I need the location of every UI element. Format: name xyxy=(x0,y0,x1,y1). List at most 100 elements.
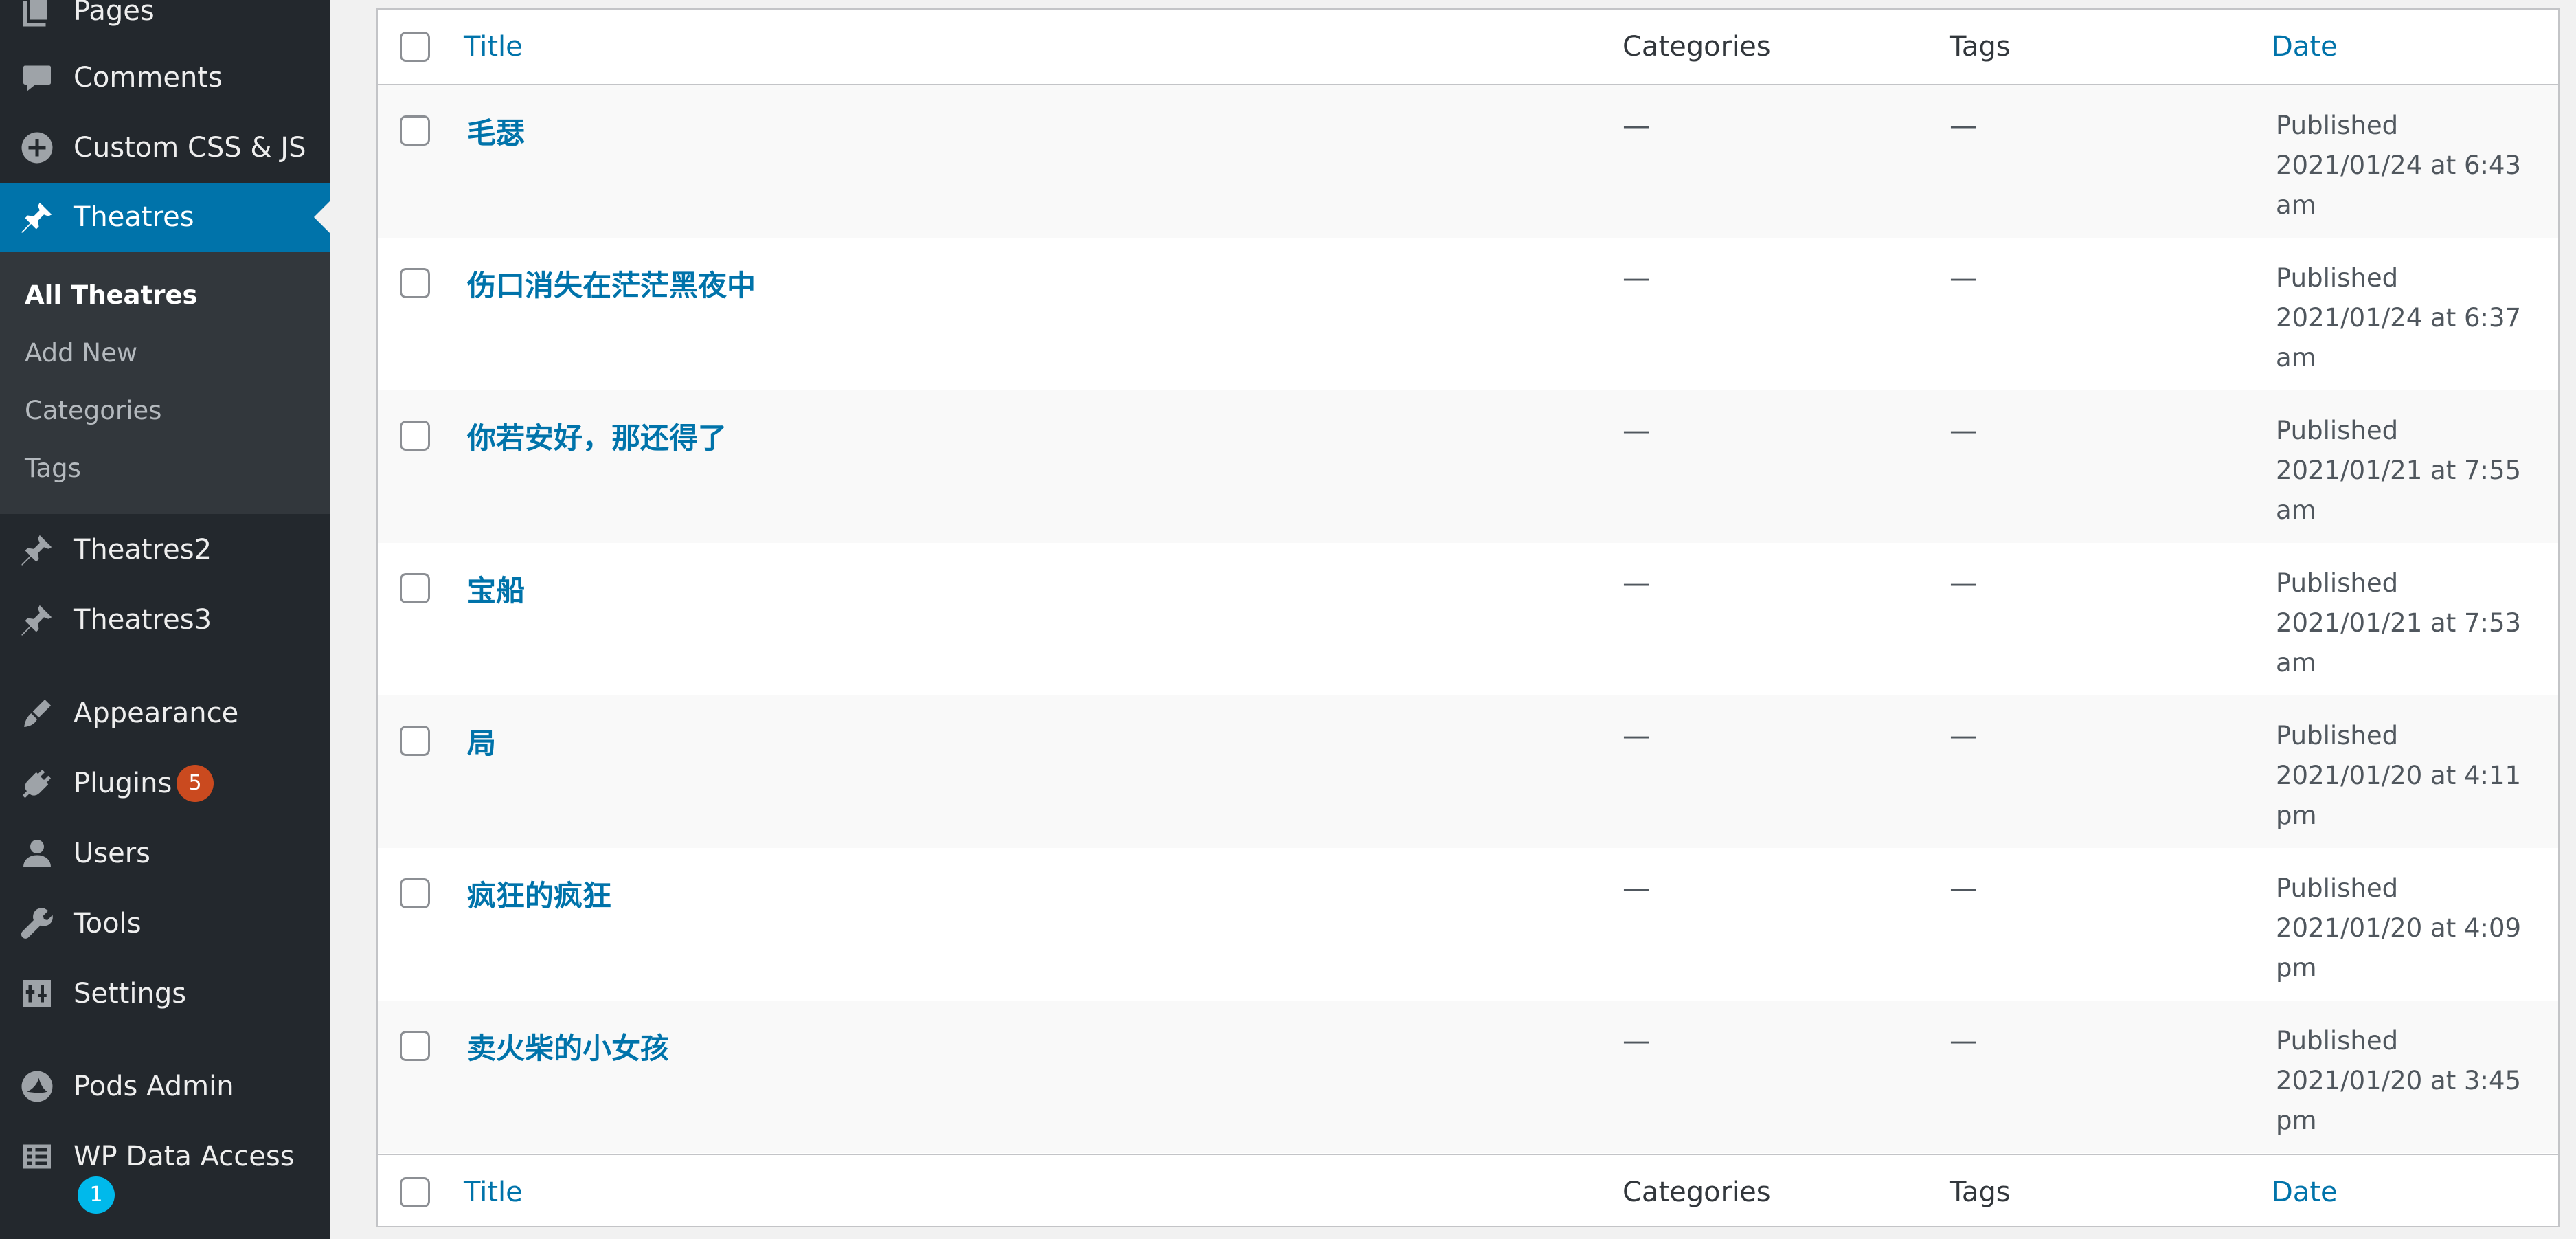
table-row: 宝船 — — Published 2021/01/21 at 7:53 am xyxy=(378,543,2558,695)
sidebar-item-appearance[interactable]: Appearance xyxy=(0,679,330,748)
row-datetime: 2021/01/20 at 3:45 xyxy=(2276,1066,2522,1095)
sidebar-item-pages[interactable]: Pages xyxy=(0,0,330,45)
table-row: 伤口消失在茫茫黑夜中 — — Published 2021/01/24 at 6… xyxy=(378,238,2558,390)
column-title-sort[interactable]: Title xyxy=(464,10,523,84)
row-checkbox[interactable] xyxy=(400,726,430,756)
row-checkbox[interactable] xyxy=(400,573,430,603)
row-categories: — xyxy=(1623,720,1650,752)
row-categories: — xyxy=(1623,1025,1650,1057)
column-date-sort-footer[interactable]: Date xyxy=(2272,1155,2338,1226)
row-datetime: 2021/01/21 at 7:55 xyxy=(2276,456,2522,485)
pin-icon xyxy=(18,601,56,639)
sidebar-item-label: Comments xyxy=(74,62,223,93)
row-date: Published 2021/01/20 at 4:09 pm xyxy=(2276,869,2523,988)
sidebar-item-theatres3[interactable]: Theatres3 xyxy=(0,585,330,654)
sidebar-item-tools[interactable]: Tools xyxy=(0,889,330,958)
sidebar-item-pods-admin[interactable]: Pods Admin xyxy=(0,1052,330,1121)
row-tags: — xyxy=(1950,720,1977,752)
sidebar-item-label: Theatres3 xyxy=(74,604,212,636)
submenu-item-categories[interactable]: Categories xyxy=(25,396,161,425)
column-title-sort-footer[interactable]: Title xyxy=(464,1155,523,1226)
row-date: Published 2021/01/21 at 7:53 am xyxy=(2276,563,2523,683)
row-ampm: pm xyxy=(2276,953,2317,983)
row-date: Published 2021/01/20 at 4:11 pm xyxy=(2276,716,2523,836)
row-tags: — xyxy=(1950,1025,1977,1057)
row-status: Published xyxy=(2276,568,2399,598)
sidebar-item-theatres2[interactable]: Theatres2 xyxy=(0,515,330,584)
sidebar-item-custom-css-js[interactable]: Custom CSS & JS xyxy=(0,113,330,182)
select-all-checkbox[interactable] xyxy=(400,32,430,62)
submenu-item-tags[interactable]: Tags xyxy=(25,454,81,483)
post-title-link[interactable]: 你若安好，那还得了 xyxy=(467,415,727,457)
row-status: Published xyxy=(2276,1026,2399,1056)
row-datetime: 2021/01/20 at 4:11 xyxy=(2276,761,2522,790)
post-title-link[interactable]: 伤口消失在茫茫黑夜中 xyxy=(467,263,756,304)
sidebar-item-label: Custom CSS & JS xyxy=(74,132,306,164)
sidebar-item-plugins[interactable]: Plugins xyxy=(0,749,330,818)
wp-data-access-badge: 1 xyxy=(78,1176,115,1214)
column-date-sort[interactable]: Date xyxy=(2272,10,2338,84)
row-status: Published xyxy=(2276,416,2399,445)
pin-icon xyxy=(18,198,56,236)
sidebar-item-label: Tools xyxy=(74,908,142,939)
row-ampm: am xyxy=(2276,190,2316,220)
sidebar-item-label: Theatres2 xyxy=(74,534,212,566)
row-checkbox[interactable] xyxy=(400,421,430,451)
row-checkbox[interactable] xyxy=(400,878,430,908)
row-categories: — xyxy=(1623,110,1650,142)
settings-icon xyxy=(18,974,56,1013)
submenu-item-add-new[interactable]: Add New xyxy=(25,338,137,368)
sidebar-item-comments[interactable]: Comments xyxy=(0,43,330,112)
row-tags: — xyxy=(1950,873,1977,904)
select-all-checkbox-footer[interactable] xyxy=(400,1177,430,1207)
pin-icon xyxy=(18,531,56,569)
row-categories: — xyxy=(1623,415,1650,447)
sidebar-item-label: Pages xyxy=(74,0,155,27)
post-title-link[interactable]: 局 xyxy=(467,720,496,762)
sidebar-item-users[interactable]: Users xyxy=(0,819,330,888)
row-tags: — xyxy=(1950,263,1977,294)
sidebar-item-label: Users xyxy=(74,838,151,869)
row-status: Published xyxy=(2276,111,2399,140)
pages-icon xyxy=(18,0,56,30)
plus-circle-icon xyxy=(18,129,56,167)
comments-icon xyxy=(18,58,56,97)
row-ampm: pm xyxy=(2276,1106,2317,1135)
sidebar-item-theatres[interactable]: Theatres xyxy=(0,183,330,252)
row-checkbox[interactable] xyxy=(400,115,430,146)
admin-sidebar: Pages Comments Custom CSS & JS Theatres … xyxy=(0,0,330,1239)
post-title-link[interactable]: 卖火柴的小女孩 xyxy=(467,1025,669,1067)
table-row: 毛瑟 — — Published 2021/01/24 at 6:43 am xyxy=(378,85,2558,238)
row-status: Published xyxy=(2276,721,2399,750)
plug-icon xyxy=(18,764,56,803)
user-icon xyxy=(18,834,56,873)
row-date: Published 2021/01/24 at 6:37 am xyxy=(2276,258,2523,378)
pods-icon xyxy=(18,1067,56,1106)
sidebar-item-label: Plugins xyxy=(74,768,172,799)
row-tags: — xyxy=(1950,110,1977,142)
sidebar-item-wp-data-access[interactable]: WP Data Access xyxy=(0,1122,330,1191)
post-title-link[interactable]: 毛瑟 xyxy=(467,110,525,152)
submenu-item-all-theatres[interactable]: All Theatres xyxy=(25,280,198,310)
row-status: Published xyxy=(2276,263,2399,293)
brush-icon xyxy=(18,694,56,733)
row-checkbox[interactable] xyxy=(400,1031,430,1061)
posts-list-table: Title Categories Tags Date 毛瑟 — — Publis… xyxy=(376,8,2560,1227)
post-title-link[interactable]: 宝船 xyxy=(467,568,525,610)
row-datetime: 2021/01/24 at 6:37 xyxy=(2276,303,2522,333)
active-indicator xyxy=(314,201,330,234)
row-categories: — xyxy=(1623,568,1650,599)
sidebar-item-label: Theatres xyxy=(74,201,194,233)
table-row: 你若安好，那还得了 — — Published 2021/01/21 at 7:… xyxy=(378,390,2558,543)
row-tags: — xyxy=(1950,568,1977,599)
plugins-update-badge: 5 xyxy=(177,765,214,802)
post-title-link[interactable]: 疯狂的疯狂 xyxy=(467,873,611,915)
table-footer: Title Categories Tags Date xyxy=(378,1154,2558,1226)
wrench-icon xyxy=(18,904,56,943)
theatres-submenu: All Theatres Add New Categories Tags xyxy=(0,252,330,514)
column-categories: Categories xyxy=(1623,31,1771,63)
column-tags: Tags xyxy=(1950,31,2011,63)
row-checkbox[interactable] xyxy=(400,268,430,298)
row-ampm: am xyxy=(2276,343,2316,372)
sidebar-item-settings[interactable]: Settings xyxy=(0,959,330,1028)
